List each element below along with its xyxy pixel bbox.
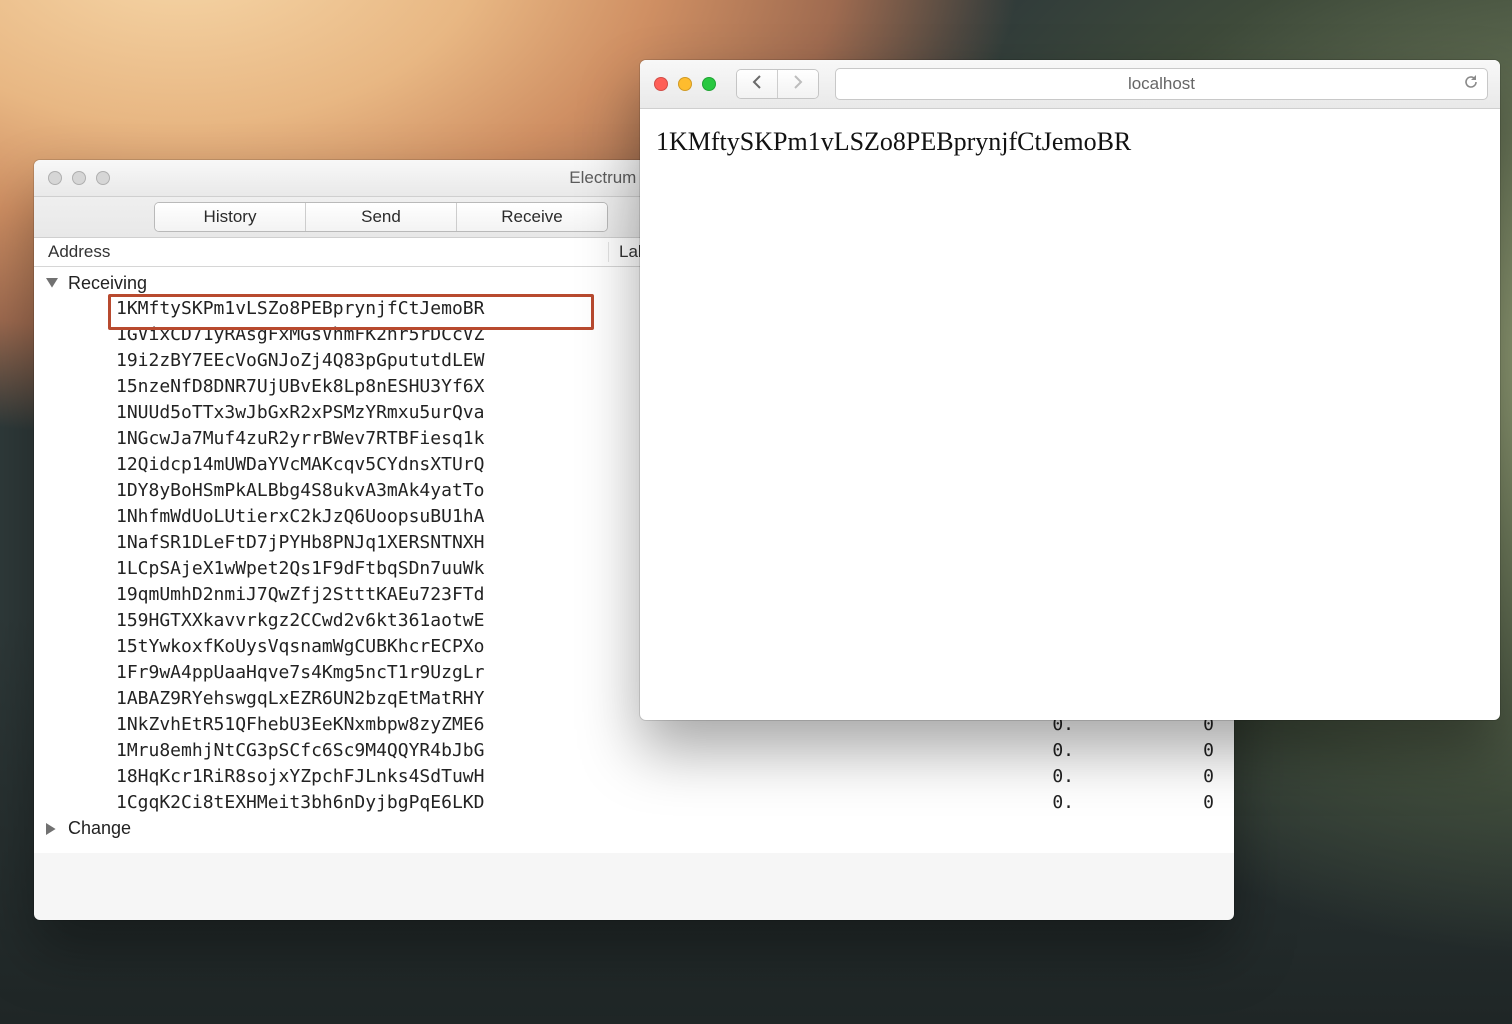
disclosure-triangle-open-icon[interactable] <box>44 276 60 292</box>
zoom-dot[interactable] <box>702 77 716 91</box>
group-change-label: Change <box>68 818 131 839</box>
address-cell: 1NafSR1DLeFtD7jPYHb8PNJq1XERSNTNXH <box>116 530 616 556</box>
address-cell: 1GVixCD71yRAsgFxMGsVhmFK2nr5rDCcVZ <box>116 322 616 348</box>
url-field[interactable]: localhost <box>835 68 1488 100</box>
disclosure-triangle-closed-icon[interactable] <box>44 821 60 837</box>
window-controls <box>640 77 716 91</box>
address-cell: 15nzeNfD8DNR7UjUBvEk8Lp8nESHU3Yf6X <box>116 374 616 400</box>
balance-cell: 0. <box>616 764 1114 790</box>
address-cell: 18HqKcr1RiR8sojxYZpchFJLnks4SdTuwH <box>116 764 616 790</box>
address-cell: 1Mru8emhjNtCG3pSCfc6Sc9M4QQYR4bJbG <box>116 738 616 764</box>
tab-send[interactable]: Send <box>305 203 456 231</box>
address-row[interactable]: 1CgqK2Ci8tEXHMeit3bh6nDyjbgPqE6LKD0.0 <box>34 790 1234 816</box>
back-button[interactable] <box>737 70 777 98</box>
address-cell: 1NUUd5oTTx3wJbGxR2xPSMzYRmxu5urQva <box>116 400 616 426</box>
address-cell: 1ABAZ9RYehswgqLxEZR6UN2bzqEtMatRHY <box>116 686 616 712</box>
address-cell: 1NhfmWdUoLUtierxC2kJzQ6UoopsuBU1hA <box>116 504 616 530</box>
tx-cell: 0 <box>1114 764 1234 790</box>
close-dot[interactable] <box>654 77 668 91</box>
address-cell: 159HGTXXkavvrkgz2CCwd2v6kt361aotwE <box>116 608 616 634</box>
address-cell: 1CgqK2Ci8tEXHMeit3bh6nDyjbgPqE6LKD <box>116 790 616 816</box>
tab-receive[interactable]: Receive <box>456 203 607 231</box>
address-cell: 1NkZvhEtR51QFhebU3EeKNxmbpw8zyZME6 <box>116 712 616 738</box>
safari-window: localhost 1KMftySKPm1vLSZo8PEBprynjfCtJe… <box>640 60 1500 720</box>
url-display-text: localhost <box>1128 74 1195 94</box>
address-row[interactable]: 18HqKcr1RiR8sojxYZpchFJLnks4SdTuwH0.0 <box>34 764 1234 790</box>
tx-cell: 0 <box>1114 790 1234 816</box>
nav-buttons <box>736 69 819 99</box>
safari-page-content: 1KMftySKPm1vLSZo8PEBprynjfCtJemoBR <box>640 109 1500 175</box>
forward-button[interactable] <box>777 70 818 98</box>
balance-cell: 0. <box>616 738 1114 764</box>
close-dot[interactable] <box>48 171 62 185</box>
address-cell: 19qmUmhD2nmiJ7QwZfj2StttKAEu723FTd <box>116 582 616 608</box>
page-text[interactable]: 1KMftySKPm1vLSZo8PEBprynjfCtJemoBR <box>656 127 1131 156</box>
address-cell: 1KMftySKPm1vLSZo8PEBprynjfCtJemoBR <box>116 296 616 322</box>
address-cell: 19i2zBY7EEcVoGNJoZj4Q83pGpututdLEW <box>116 348 616 374</box>
minimize-dot[interactable] <box>72 171 86 185</box>
safari-titlebar[interactable]: localhost <box>640 60 1500 109</box>
chevron-right-icon <box>792 75 804 94</box>
chevron-left-icon <box>751 75 763 94</box>
tab-segment: History Send Receive <box>154 202 608 232</box>
reload-icon[interactable] <box>1463 74 1479 95</box>
tab-history[interactable]: History <box>155 203 305 231</box>
window-controls-inactive <box>34 171 110 185</box>
zoom-dot[interactable] <box>96 171 110 185</box>
tx-cell: 0 <box>1114 738 1234 764</box>
address-cell: 1NGcwJa7Muf4zuR2yrrBWev7RTBFiesq1k <box>116 426 616 452</box>
address-cell: 1LCpSAjeX1wWpet2Qs1F9dFtbqSDn7uuWk <box>116 556 616 582</box>
group-receiving-label: Receiving <box>68 273 147 294</box>
address-row[interactable]: 1Mru8emhjNtCG3pSCfc6Sc9M4QQYR4bJbG0.0 <box>34 738 1234 764</box>
address-cell: 12Qidcp14mUWDaYVcMAKcqv5CYdnsXTUrQ <box>116 452 616 478</box>
address-cell: 1Fr9wA4ppUaaHqve7s4Kmg5ncT1r9UzgLr <box>116 660 616 686</box>
address-cell: 1DY8yBoHSmPkALBbg4S8ukvA3mAk4yatTo <box>116 478 616 504</box>
column-header-address[interactable]: Address <box>34 242 608 262</box>
group-change[interactable]: Change <box>34 816 1234 841</box>
address-cell: 15tYwkoxfKoUysVqsnamWgCUBKhcrECPXo <box>116 634 616 660</box>
minimize-dot[interactable] <box>678 77 692 91</box>
balance-cell: 0. <box>616 790 1114 816</box>
